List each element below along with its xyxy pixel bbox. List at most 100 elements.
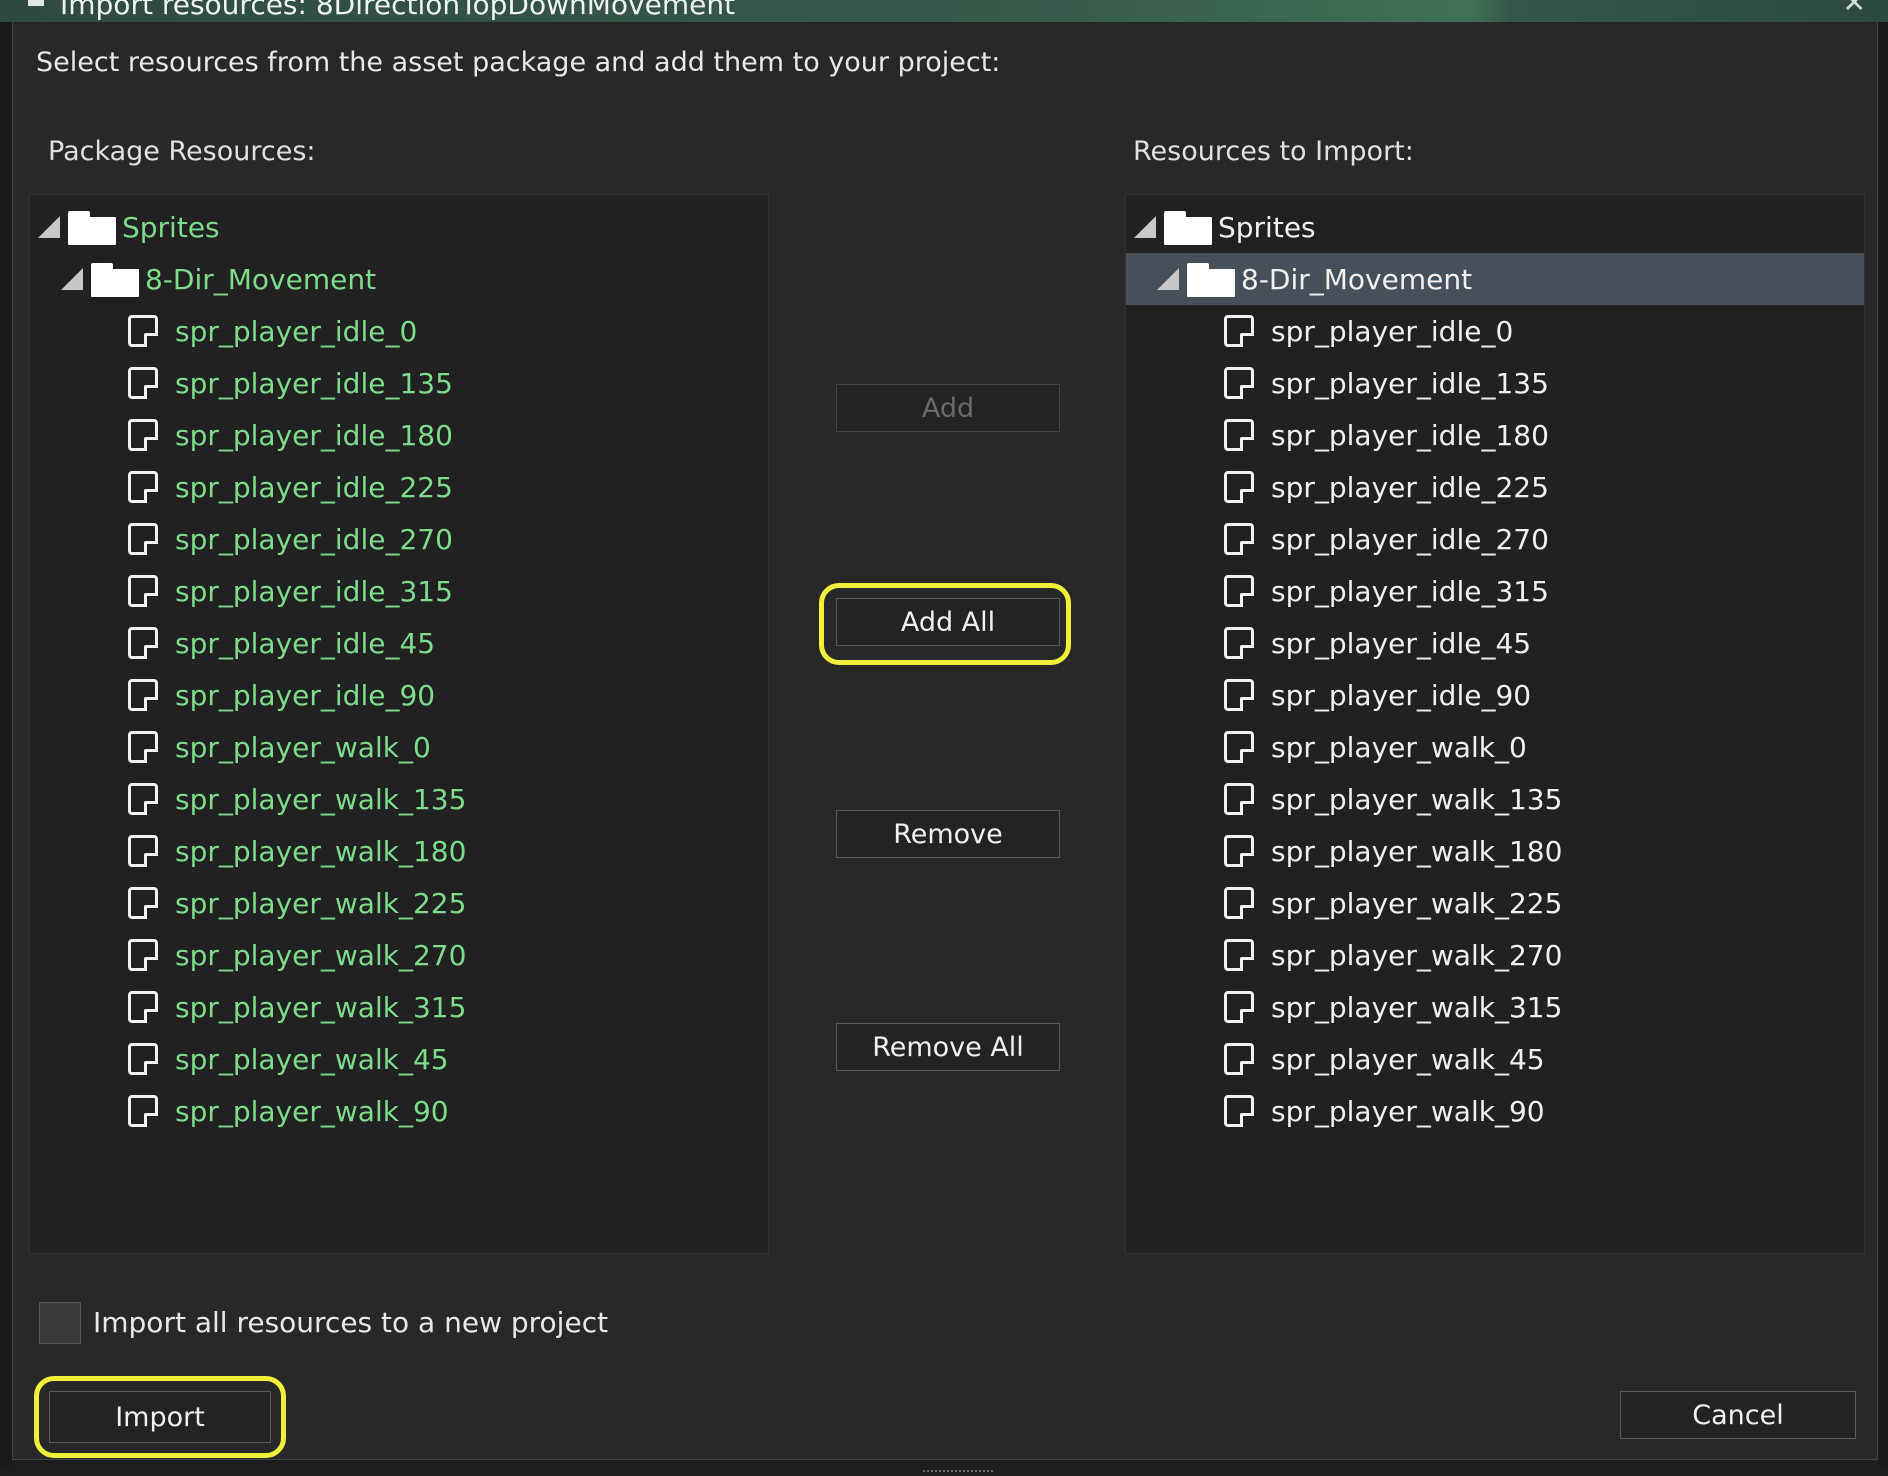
sprite-label: spr_player_walk_135 <box>175 782 467 816</box>
sprite-icon <box>128 367 158 399</box>
left-edge <box>0 22 12 1466</box>
tree-folder-sprites[interactable]: Sprites <box>30 201 768 253</box>
sprite-icon <box>1224 367 1254 399</box>
package-resources-label: Package Resources: <box>48 136 316 167</box>
sprite-icon <box>128 731 158 763</box>
tree-item-sprite[interactable]: spr_player_idle_90 <box>30 669 768 721</box>
sprite-label: spr_player_idle_0 <box>1271 314 1514 348</box>
sprite-icon <box>128 835 158 867</box>
expand-arrow-icon[interactable] <box>38 216 60 238</box>
sprite-icon <box>1224 523 1254 555</box>
tree-item-sprite[interactable]: spr_player_walk_0 <box>1126 721 1864 773</box>
sprite-icon <box>128 575 158 607</box>
sprite-icon <box>1224 419 1254 451</box>
resources-to-import-tree[interactable]: Sprites 8-Dir_Movement spr_player_idle_0… <box>1125 194 1865 1254</box>
tree-item-sprite[interactable]: spr_player_idle_270 <box>30 513 768 565</box>
add-button[interactable]: Add <box>836 384 1060 432</box>
tree-item-sprite[interactable]: spr_player_walk_45 <box>1126 1033 1864 1085</box>
sprite-label: spr_player_idle_270 <box>175 522 453 556</box>
tree-item-sprite[interactable]: spr_player_idle_45 <box>30 617 768 669</box>
tree-folder-8-dir-movement[interactable]: 8-Dir_Movement <box>1126 253 1864 305</box>
tree-item-sprite[interactable]: spr_player_idle_315 <box>30 565 768 617</box>
sprite-icon <box>1224 627 1254 659</box>
tree-item-sprite[interactable]: spr_player_walk_270 <box>30 929 768 981</box>
tree-item-sprite[interactable]: spr_player_walk_0 <box>30 721 768 773</box>
sprite-label: spr_player_idle_135 <box>175 366 453 400</box>
tree-item-sprite[interactable]: spr_player_walk_135 <box>1126 773 1864 825</box>
expand-arrow-icon[interactable] <box>1134 216 1156 238</box>
tree-item-sprite[interactable]: spr_player_idle_0 <box>1126 305 1864 357</box>
tree-item-sprite[interactable]: spr_player_walk_90 <box>30 1085 768 1137</box>
tree-item-sprite[interactable]: spr_player_idle_90 <box>1126 669 1864 721</box>
sprite-label: spr_player_walk_0 <box>175 730 431 764</box>
tree-item-sprite[interactable]: spr_player_idle_315 <box>1126 565 1864 617</box>
tree-item-sprite[interactable]: spr_player_idle_135 <box>30 357 768 409</box>
sprite-icon <box>128 523 158 555</box>
tree-item-sprite[interactable]: spr_player_walk_135 <box>30 773 768 825</box>
tree-folder-sprites[interactable]: Sprites <box>1126 201 1864 253</box>
sprite-icon <box>1224 887 1254 919</box>
sprite-label: spr_player_walk_315 <box>1271 990 1563 1024</box>
tree-item-sprite[interactable]: spr_player_walk_90 <box>1126 1085 1864 1137</box>
new-project-checkbox-label[interactable]: Import all resources to a new project <box>93 1302 608 1344</box>
tree-item-sprite[interactable]: spr_player_walk_270 <box>1126 929 1864 981</box>
sprite-label: spr_player_idle_90 <box>175 678 436 712</box>
tree-item-sprite[interactable]: spr_player_idle_180 <box>30 409 768 461</box>
sprite-label: spr_player_walk_45 <box>175 1042 449 1076</box>
sprite-label: spr_player_walk_225 <box>1271 886 1563 920</box>
tree-item-sprite[interactable]: spr_player_walk_315 <box>1126 981 1864 1033</box>
tree-item-sprite[interactable]: spr_player_walk_45 <box>30 1033 768 1085</box>
title-bar[interactable]: Import resources: 8DirectionTopDownMovem… <box>0 0 1888 22</box>
sprite-label: spr_player_walk_45 <box>1271 1042 1545 1076</box>
close-icon[interactable]: ✕ <box>1843 0 1866 19</box>
instruction-text: Select resources from the asset package … <box>36 47 1001 78</box>
folder-label: Sprites <box>122 210 220 244</box>
resize-grip[interactable] <box>923 1470 993 1476</box>
sprite-icon <box>128 783 158 815</box>
sprite-label: spr_player_idle_225 <box>1271 470 1549 504</box>
sprite-icon <box>1224 783 1254 815</box>
tree-item-sprite[interactable]: spr_player_walk_225 <box>30 877 768 929</box>
tree-item-sprite[interactable]: spr_player_idle_180 <box>1126 409 1864 461</box>
sprite-icon <box>128 627 158 659</box>
folder-label: 8-Dir_Movement <box>145 262 377 296</box>
sprite-icon <box>1224 835 1254 867</box>
sprite-label: spr_player_idle_180 <box>175 418 453 452</box>
sprite-icon <box>1224 991 1254 1023</box>
sprite-icon <box>128 1095 158 1127</box>
tree-item-sprite[interactable]: spr_player_idle_225 <box>30 461 768 513</box>
import-dialog: Select resources from the asset package … <box>12 22 1878 1472</box>
sprite-label: spr_player_walk_90 <box>1271 1094 1545 1128</box>
sprite-label: spr_player_walk_180 <box>1271 834 1563 868</box>
window-menu-icon[interactable] <box>28 0 44 6</box>
expand-arrow-icon[interactable] <box>61 268 83 290</box>
window-title: Import resources: 8DirectionTopDownMovem… <box>60 0 736 21</box>
tree-item-sprite[interactable]: spr_player_walk_180 <box>1126 825 1864 877</box>
sprite-label: spr_player_idle_135 <box>1271 366 1549 400</box>
folder-label: Sprites <box>1218 210 1316 244</box>
sprite-label: spr_player_idle_45 <box>1271 626 1532 660</box>
package-resources-tree[interactable]: Sprites 8-Dir_Movement spr_player_idle_0… <box>29 194 769 1254</box>
new-project-checkbox[interactable] <box>39 1302 81 1344</box>
sprite-label: spr_player_walk_135 <box>1271 782 1563 816</box>
add-all-button[interactable]: Add All <box>836 598 1060 646</box>
remove-all-button[interactable]: Remove All <box>836 1023 1060 1071</box>
cancel-button[interactable]: Cancel <box>1620 1391 1856 1439</box>
tree-item-sprite[interactable]: spr_player_idle_45 <box>1126 617 1864 669</box>
tree-item-sprite[interactable]: spr_player_idle_135 <box>1126 357 1864 409</box>
tree-item-sprite[interactable]: spr_player_idle_270 <box>1126 513 1864 565</box>
tree-item-sprite[interactable]: spr_player_walk_225 <box>1126 877 1864 929</box>
tree-item-sprite[interactable]: spr_player_idle_0 <box>30 305 768 357</box>
import-button[interactable]: Import <box>49 1391 271 1443</box>
sprite-icon <box>128 419 158 451</box>
remove-button[interactable]: Remove <box>836 810 1060 858</box>
sprite-label: spr_player_walk_180 <box>175 834 467 868</box>
tree-item-sprite[interactable]: spr_player_walk_315 <box>30 981 768 1033</box>
sprite-icon <box>1224 471 1254 503</box>
folder-label: 8-Dir_Movement <box>1241 262 1473 296</box>
tree-item-sprite[interactable]: spr_player_idle_225 <box>1126 461 1864 513</box>
tree-item-sprite[interactable]: spr_player_walk_180 <box>30 825 768 877</box>
expand-arrow-icon[interactable] <box>1157 268 1179 290</box>
sprite-label: spr_player_idle_90 <box>1271 678 1532 712</box>
tree-folder-8-dir-movement[interactable]: 8-Dir_Movement <box>30 253 768 305</box>
